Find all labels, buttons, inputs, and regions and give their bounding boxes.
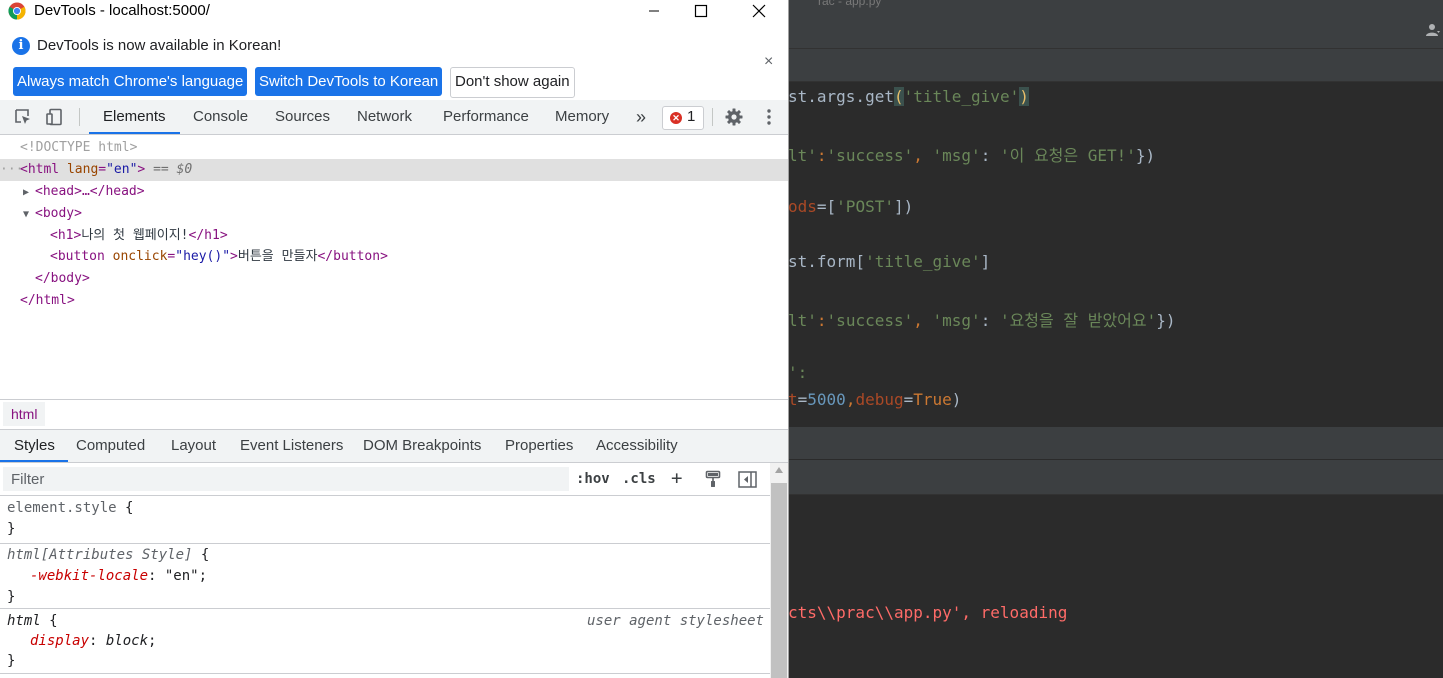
switch-to-korean-button[interactable]: Switch DevTools to Korean [255, 67, 443, 96]
tab-elements[interactable]: Elements [89, 100, 179, 134]
ide-background: rac - app.py st.args.get('title_give') l… [788, 0, 1443, 678]
minimize-icon [649, 10, 659, 12]
error-icon: ✕ [670, 112, 682, 124]
sidebar-tabs: Styles Computed Layout Event Listeners D… [0, 430, 788, 463]
dom-tree[interactable]: <!DOCTYPE html> ···<html lang="en"> == $… [0, 135, 788, 399]
scroll-up-arrow-icon[interactable] [775, 467, 783, 473]
more-options-icon[interactable] [760, 108, 778, 126]
toolbar-divider [712, 108, 713, 126]
ide-panel-header [788, 427, 1443, 459]
infobar-close-button[interactable]: × [764, 53, 773, 71]
user-icon[interactable] [1425, 22, 1441, 38]
code-line: lt':'success', 'msg': '이 요청은 GET!'}) [788, 146, 1156, 165]
tab-network[interactable]: Network [357, 100, 412, 134]
toggle-sidebar-icon[interactable] [738, 471, 757, 488]
close-icon [752, 4, 766, 18]
new-style-rule-button[interactable]: + [671, 467, 682, 489]
error-count: 1 [687, 108, 696, 125]
breadcrumb-item-html[interactable]: html [3, 402, 46, 426]
code-line: lt':'success', 'msg': '요청을 잘 받았어요'}) [788, 311, 1176, 330]
ide-title: rac - app.py [818, 0, 882, 8]
dom-node-html-close[interactable]: </html> [0, 290, 788, 312]
settings-gear-icon[interactable] [725, 108, 743, 126]
code-line: t=5000,debug=True) [788, 390, 962, 409]
code-line: ': [788, 363, 808, 382]
tab-memory[interactable]: Memory [555, 100, 609, 134]
minimize-button[interactable] [631, 0, 677, 22]
dom-node-doctype[interactable]: <!DOCTYPE html> [0, 137, 788, 159]
style-rule-attributes-style[interactable]: html[Attributes Style] { -webkit-locale:… [0, 544, 770, 609]
css-value[interactable]: "en" [165, 568, 199, 584]
code-line: ods=['POST']) [788, 197, 914, 216]
rule-selector[interactable]: element.style [7, 500, 117, 516]
device-toolbar-icon[interactable] [46, 108, 64, 126]
tab-sources[interactable]: Sources [275, 100, 330, 134]
dom-node-html-selected[interactable]: ···<html lang="en"> == $0 [0, 159, 788, 181]
devtools-window: DevTools - localhost:5000/ i DevTools is… [0, 0, 788, 678]
breadcrumb: html [0, 399, 788, 430]
style-rules-pane[interactable]: element.style { } html[Attributes Style]… [0, 496, 770, 678]
dom-node-body[interactable]: ▼ <body> [0, 203, 788, 225]
dont-show-again-button[interactable]: Don't show again [450, 67, 575, 98]
tab-event-listeners[interactable]: Event Listeners [240, 430, 343, 462]
styles-scrollbar[interactable] [770, 463, 788, 678]
ide-title-strip: rac - app.py [788, 0, 1443, 12]
tab-dom-breakpoints[interactable]: DOM Breakpoints [363, 430, 481, 462]
window-title: DevTools - localhost:5000/ [34, 2, 210, 19]
dom-node-body-close[interactable]: </body> [0, 268, 788, 290]
infobar-message: DevTools is now available in Korean! [37, 37, 282, 54]
hover-state-toggle[interactable]: :hov [576, 471, 610, 487]
tab-console[interactable]: Console [193, 100, 248, 134]
always-match-language-button[interactable]: Always match Chrome's language [13, 67, 248, 96]
css-property[interactable]: -webkit-locale [30, 568, 148, 584]
tab-styles[interactable]: Styles [0, 430, 68, 462]
chrome-icon [8, 2, 26, 20]
more-tabs-chevron-icon[interactable]: » [636, 100, 646, 134]
code-line: st.args.get('title_give') [788, 87, 1029, 106]
dom-node-button[interactable]: <button onclick="hey()">버튼을 만들자</button> [0, 246, 788, 268]
toolbar-divider [79, 108, 80, 126]
tab-computed[interactable]: Computed [76, 430, 145, 462]
window-close-button[interactable] [736, 0, 782, 22]
maximize-button[interactable] [678, 0, 724, 22]
css-value[interactable]: block [106, 633, 148, 649]
tab-layout[interactable]: Layout [171, 430, 216, 462]
inspect-element-icon[interactable] [14, 108, 32, 126]
style-rule-element-style[interactable]: element.style { } [0, 496, 770, 544]
tab-properties[interactable]: Properties [505, 430, 573, 462]
console-error-line: cts\\prac\\app.py', reloading [788, 603, 1068, 622]
dom-node-head[interactable]: ▶ <head>…</head> [0, 181, 788, 203]
run-toolbar [788, 460, 1443, 495]
rule-selector[interactable]: html[Attributes Style] [7, 547, 192, 563]
rule-selector[interactable]: html [7, 613, 41, 629]
rule-source-label: user agent stylesheet [586, 613, 764, 629]
tab-accessibility[interactable]: Accessibility [596, 430, 678, 462]
language-infobar: i DevTools is now available in Korean! ×… [0, 26, 788, 101]
scrollbar-thumb[interactable] [771, 483, 787, 678]
main-toolbar: Elements Console Sources Network Perform… [0, 100, 788, 135]
expand-triangle-icon[interactable]: ▶ [23, 182, 35, 204]
paint-roller-icon[interactable] [705, 470, 721, 488]
maximize-icon [694, 4, 708, 18]
run-console[interactable]: cts\\prac\\app.py', reloading [788, 495, 1443, 678]
collapse-triangle-icon[interactable]: ▼ [23, 204, 35, 226]
css-property[interactable]: display [30, 633, 89, 649]
code-line: st.form['title_give'] [788, 252, 991, 271]
tab-performance[interactable]: Performance [443, 100, 529, 134]
styles-filter-input[interactable] [3, 467, 569, 491]
style-rule-html-user-agent[interactable]: html { user agent stylesheet display: bl… [0, 609, 770, 674]
ide-toolbar [788, 12, 1443, 49]
class-toggle[interactable]: .cls [622, 471, 656, 487]
code-editor[interactable]: st.args.get('title_give') lt':'success',… [788, 82, 1443, 427]
error-count-badge[interactable]: ✕ 1 [662, 106, 704, 130]
ide-tab-bar [788, 49, 1443, 82]
title-bar[interactable]: DevTools - localhost:5000/ [0, 0, 788, 26]
styles-filter-bar: :hov .cls + [0, 463, 770, 496]
info-icon: i [12, 37, 30, 55]
dom-node-h1[interactable]: <h1>나의 첫 웹페이지!</h1> [0, 225, 788, 247]
